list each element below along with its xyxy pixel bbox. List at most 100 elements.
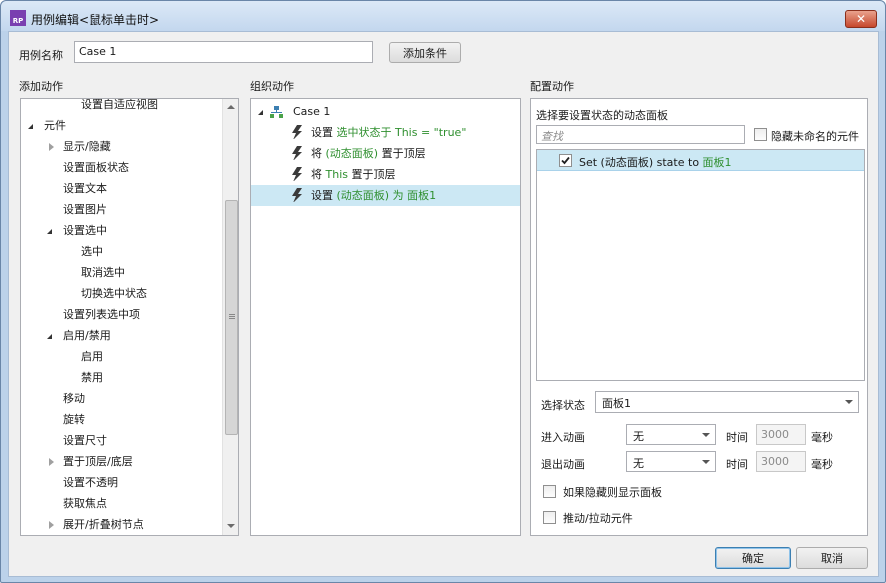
tree-item[interactable]: 旋转: [21, 409, 221, 430]
tree-item-label: 显示/隐藏: [63, 140, 111, 153]
hide-unnamed-label: 隐藏未命名的元件: [771, 130, 859, 143]
tree-item[interactable]: 设置选中: [21, 220, 221, 241]
tree-item-label: 元件: [44, 119, 66, 132]
lightning-icon: [292, 125, 302, 139]
tree-item[interactable]: 设置文本: [21, 178, 221, 199]
show-if-hidden-label: 如果隐藏则显示面板: [563, 486, 662, 499]
panel-list-item[interactable]: Set (动态面板) state to 面板1: [537, 150, 864, 171]
expand-triangle-icon[interactable]: [47, 229, 52, 234]
action-label: 设置 选中状态于 This = "true": [311, 122, 466, 143]
case-label: Case 1: [293, 105, 331, 118]
action-row[interactable]: 设置 选中状态于 This = "true": [251, 122, 520, 143]
action-suffix: 置于顶层: [378, 147, 426, 160]
collapse-triangle-icon[interactable]: [49, 521, 54, 529]
tree-item-label: 切换选中状态: [81, 287, 147, 300]
action-row[interactable]: 设置 (动态面板) 为 面板1: [251, 185, 520, 206]
push-pull-label: 推动/拉动元件: [563, 512, 633, 525]
tree-item[interactable]: 选中: [21, 241, 221, 262]
hide-unnamed-checkbox[interactable]: [754, 128, 767, 141]
app-logo-icon: RP: [10, 10, 26, 26]
exit-time-label: 时间: [726, 458, 748, 471]
exit-time-input[interactable]: 3000: [756, 451, 806, 472]
action-label: 将 (动态面板) 置于顶层: [311, 143, 426, 164]
tree-item-label: 展开/折叠树节点: [63, 518, 144, 531]
collapse-triangle-icon[interactable]: [49, 143, 54, 151]
scroll-thumb[interactable]: [225, 200, 238, 435]
panel-item-checkbox[interactable]: [559, 154, 572, 167]
tree-item-label: 启用: [81, 350, 103, 363]
add-actions-tree: 设置自适应视图元件显示/隐藏设置面板状态 设置文本设置图片设置选中 选中取消选中切换…: [20, 98, 239, 536]
action-target: (动态面板): [325, 147, 379, 160]
organize-actions-panel: Case 1 设置 选中状态于 This = "true" 将 (动态面板) 置于…: [250, 98, 521, 536]
tree-item[interactable]: 取消选中: [21, 262, 221, 283]
add-actions-scrollbar[interactable]: [222, 99, 238, 535]
select-state-dropdown[interactable]: 面板1: [595, 391, 859, 413]
panel-search-input[interactable]: 查找: [536, 125, 745, 144]
tree-item[interactable]: 设置图片: [21, 199, 221, 220]
ok-button[interactable]: 确定: [715, 547, 791, 569]
close-icon: ✕: [855, 12, 867, 26]
chevron-down-icon: [702, 460, 710, 464]
cancel-button[interactable]: 取消: [796, 547, 868, 569]
tree-item[interactable]: 设置不透明: [21, 472, 221, 493]
tree-item-label: 移动: [63, 392, 85, 405]
enter-time-input[interactable]: 3000: [756, 424, 806, 445]
expand-triangle-icon[interactable]: [258, 110, 263, 115]
tree-item[interactable]: 置于顶层/底层: [21, 451, 221, 472]
select-state-value: 面板1: [602, 397, 631, 410]
chevron-down-icon: [702, 433, 710, 437]
exit-anim-dropdown[interactable]: 无: [626, 451, 716, 472]
scroll-down-icon[interactable]: [227, 524, 235, 528]
close-button[interactable]: ✕: [845, 10, 877, 28]
tree-item[interactable]: 元件: [21, 115, 221, 136]
panel-item-highlight: 面板1: [702, 156, 732, 169]
tree-item-label: 设置面板状态: [63, 161, 129, 174]
case-name-label: 用例名称: [19, 49, 63, 62]
tree-item-label: 设置文本: [63, 182, 107, 195]
tree-item-label: 禁用: [81, 371, 103, 384]
expand-triangle-icon[interactable]: [28, 124, 33, 129]
configure-actions-panel: 选择要设置状态的动态面板 查找 隐藏未命名的元件 Set (动态面板) stat…: [530, 98, 868, 536]
show-if-hidden-checkbox[interactable]: [543, 485, 556, 498]
case-name-input[interactable]: Case 1: [74, 41, 373, 63]
action-target: 选中状态于 This = "true": [336, 126, 467, 139]
tree-item[interactable]: 设置自适应视图: [21, 98, 221, 115]
push-pull-checkbox[interactable]: [543, 511, 556, 524]
tree-item[interactable]: 设置列表选中项: [21, 304, 221, 325]
tree-item[interactable]: 移动: [21, 388, 221, 409]
grip-line-icon: [229, 314, 235, 315]
action-prefix: 将: [311, 168, 326, 181]
tree-item[interactable]: 启用/禁用: [21, 325, 221, 346]
enter-time-label: 时间: [726, 431, 748, 444]
tree-item[interactable]: 启用: [21, 346, 221, 367]
tree-item[interactable]: 设置尺寸: [21, 430, 221, 451]
grip-line-icon: [229, 318, 235, 319]
action-row[interactable]: 将 (动态面板) 置于顶层: [251, 143, 520, 164]
tree-item[interactable]: 显示/隐藏: [21, 136, 221, 157]
enter-anim-label: 进入动画: [541, 431, 585, 444]
tree-item-label: 取消选中: [81, 266, 125, 279]
tree-item-label: 获取焦点: [63, 497, 107, 510]
tree-item-label: 设置自适应视图: [81, 98, 158, 111]
action-prefix: 设置: [311, 126, 337, 139]
expand-triangle-icon[interactable]: [47, 334, 52, 339]
tree-item[interactable]: 禁用: [21, 367, 221, 388]
action-target: (动态面板) 为 面板1: [336, 189, 437, 202]
action-row[interactable]: 将 This 置于顶层: [251, 164, 520, 185]
tree-item[interactable]: 展开/折叠树节点: [21, 514, 221, 535]
tree-item[interactable]: 设置面板状态: [21, 157, 221, 178]
exit-ms-label: 毫秒: [811, 458, 833, 471]
tree-item-label: 设置尺寸: [63, 434, 107, 447]
collapse-triangle-icon[interactable]: [49, 458, 54, 466]
scroll-up-icon[interactable]: [227, 105, 235, 109]
add-condition-button[interactable]: 添加条件: [389, 42, 461, 63]
tree-item[interactable]: 切换选中状态: [21, 283, 221, 304]
tree-item-label: 设置图片: [63, 203, 107, 216]
tree-item[interactable]: 获取焦点: [21, 493, 221, 514]
enter-anim-dropdown[interactable]: 无: [626, 424, 716, 445]
configure-actions-header: 配置动作: [530, 80, 574, 93]
title-bar[interactable]: RP 用例编辑<鼠标单击时> ✕: [1, 1, 885, 31]
case-row[interactable]: Case 1: [251, 101, 520, 122]
case-tree-icon: [270, 106, 283, 118]
checkmark-icon: [561, 156, 570, 165]
